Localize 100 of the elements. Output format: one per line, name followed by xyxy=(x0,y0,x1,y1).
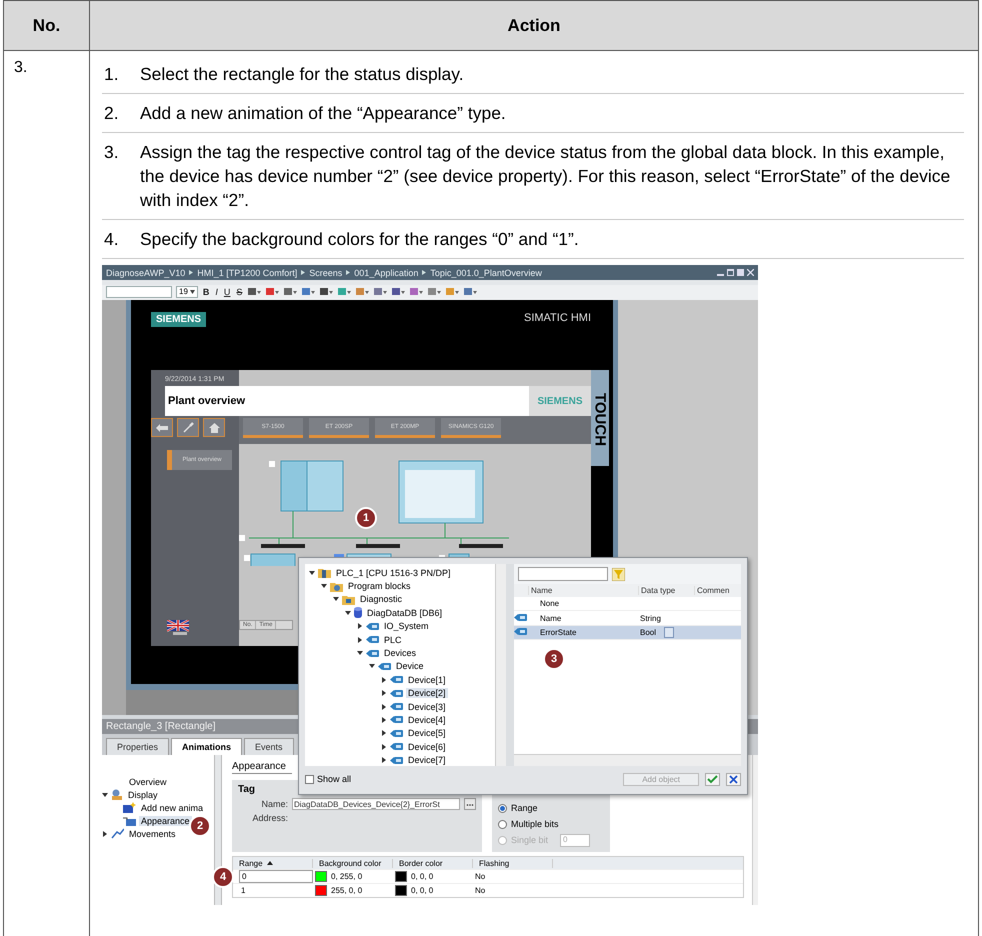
screen-title: Plant overview xyxy=(165,386,529,416)
tree-item[interactable]: Appearance xyxy=(139,816,192,826)
color-swatch[interactable] xyxy=(395,885,407,896)
tools-button[interactable] xyxy=(177,418,199,437)
tree-item[interactable]: Program blocks xyxy=(346,581,413,592)
expand-arrow-icon[interactable] xyxy=(357,623,363,630)
tree-item[interactable]: IO_System xyxy=(382,621,431,632)
range-cell[interactable]: 0 xyxy=(239,870,313,883)
table-cell: 0, 255, 0 xyxy=(331,872,362,881)
font-size-field[interactable]: 19 xyxy=(176,286,198,298)
toolbar-icon[interactable] xyxy=(373,287,388,296)
expand-arrow-icon[interactable] xyxy=(381,730,387,736)
table-cell-text: No xyxy=(474,872,486,881)
inspector-tab[interactable]: Animations xyxy=(171,738,242,755)
format-button[interactable]: B xyxy=(202,286,210,296)
tag-row[interactable]: None xyxy=(514,597,741,612)
format-button[interactable]: U xyxy=(222,286,232,296)
list-number: 4. xyxy=(104,228,120,251)
toolbar-icon[interactable] xyxy=(463,287,478,296)
toolbar-icon[interactable] xyxy=(337,287,352,296)
tree-item[interactable]: Devices xyxy=(382,648,418,658)
toolbar-icon[interactable] xyxy=(427,287,442,296)
expand-arrow-icon[interactable] xyxy=(381,757,387,764)
tree-item[interactable]: Overview xyxy=(127,776,169,786)
toolbar-icon[interactable] xyxy=(283,287,298,296)
tag-picker-button[interactable] xyxy=(464,798,476,810)
tree-item[interactable]: Device xyxy=(394,661,426,672)
tag-name-field[interactable]: DiagDataDB_Devices_Device{2}_ErrorSt xyxy=(292,798,460,810)
tag-icon xyxy=(390,715,403,724)
expand-arrow-icon[interactable] xyxy=(381,676,387,683)
splitter-bar[interactable] xyxy=(214,755,222,905)
column-header[interactable]: Name xyxy=(528,586,638,595)
radio-button[interactable] xyxy=(498,820,507,828)
column-header[interactable]: Range xyxy=(233,858,313,868)
toolbar-icon[interactable] xyxy=(319,287,334,296)
expand-arrow-icon[interactable] xyxy=(381,744,387,750)
color-swatch[interactable] xyxy=(315,871,327,882)
radio-button[interactable] xyxy=(498,804,507,812)
tree-item[interactable]: Diagnostic xyxy=(358,594,404,604)
toolbar-icon[interactable] xyxy=(391,287,406,296)
color-swatch[interactable] xyxy=(395,871,407,882)
cancel-button[interactable] xyxy=(726,772,741,786)
expand-arrow-icon[interactable] xyxy=(357,636,363,643)
collapse-arrow-icon[interactable] xyxy=(102,792,108,798)
brand-logo: SIEMENS xyxy=(151,312,206,327)
column-header[interactable]: Commen xyxy=(694,586,741,595)
collapse-arrow-icon[interactable] xyxy=(309,570,315,576)
breadcrumb-item[interactable]: HMI_1 [TP1200 Comfort] xyxy=(197,268,298,278)
confirm-button[interactable] xyxy=(705,772,720,786)
format-button[interactable]: I xyxy=(214,286,219,296)
collapse-arrow-icon[interactable] xyxy=(345,610,351,616)
tree-item[interactable]: Device[3] xyxy=(406,702,448,712)
tree-item[interactable]: Device[7] xyxy=(406,755,448,766)
column-header[interactable]: Data type xyxy=(638,586,694,595)
breadcrumb-item[interactable]: Topic_001.0_PlantOverview xyxy=(430,268,542,278)
toolbar-icon[interactable] xyxy=(409,287,424,296)
tree-item[interactable]: DiagDataDB [DB6] xyxy=(365,608,444,618)
tree-item[interactable]: Device[6] xyxy=(406,742,448,752)
toolbar-icon[interactable] xyxy=(301,287,316,296)
home-button[interactable] xyxy=(203,418,225,437)
range-cell[interactable]: 1 xyxy=(239,885,313,896)
back-arrow-icon xyxy=(156,424,168,432)
breadcrumb-item[interactable]: 001_Application xyxy=(354,268,418,278)
tree-item[interactable]: PLC xyxy=(382,634,404,645)
tree-item[interactable]: Display xyxy=(126,790,160,800)
format-button[interactable]: S xyxy=(235,286,244,296)
column-header[interactable]: Flashing xyxy=(473,858,553,868)
expand-arrow-icon[interactable] xyxy=(102,830,108,836)
toolbar-icon[interactable] xyxy=(265,287,280,296)
filter-field[interactable] xyxy=(518,567,608,581)
font-field[interactable] xyxy=(106,286,172,298)
tag-row[interactable]: ErrorState Bool xyxy=(514,626,741,640)
expand-arrow-icon[interactable] xyxy=(381,690,387,696)
flag-icon[interactable] xyxy=(167,620,189,636)
close-icon[interactable] xyxy=(747,269,754,276)
type-option[interactable]: Range xyxy=(498,800,604,816)
type-option[interactable]: Multiple bits xyxy=(498,816,604,832)
database-icon xyxy=(354,607,362,618)
tree-item[interactable]: Add new anima xyxy=(139,802,206,812)
scrollbar[interactable] xyxy=(514,754,741,766)
back-button[interactable] xyxy=(151,418,173,437)
toolbar-icon[interactable] xyxy=(445,287,460,296)
toolbar-icon[interactable] xyxy=(247,287,262,296)
tree-item[interactable]: Movements xyxy=(127,828,178,838)
split-view-icon[interactable] xyxy=(727,269,734,276)
dropdown-arrow-icon[interactable] xyxy=(190,290,195,294)
tree-item[interactable]: Device[2] xyxy=(406,688,448,698)
scrollbar[interactable] xyxy=(495,564,506,766)
breadcrumb-item[interactable]: DiagnoseAWP_V10 xyxy=(106,268,186,278)
tree-item[interactable]: Device[1] xyxy=(406,674,448,685)
column-header[interactable]: Border color xyxy=(393,858,473,868)
field-label: Address: xyxy=(251,813,288,823)
toolbar-icon[interactable] xyxy=(355,287,370,296)
show-all-checkbox[interactable]: Show all xyxy=(305,774,352,784)
column-header[interactable]: Background color xyxy=(313,858,393,868)
inspector-tab[interactable]: Events xyxy=(244,738,294,755)
breadcrumb-item[interactable]: Screens xyxy=(309,268,342,278)
inspector-tab[interactable]: Properties xyxy=(106,738,170,755)
tree-item[interactable]: PLC_1 [CPU 1516-3 PN/DP] xyxy=(334,568,453,578)
color-swatch[interactable] xyxy=(315,885,327,896)
